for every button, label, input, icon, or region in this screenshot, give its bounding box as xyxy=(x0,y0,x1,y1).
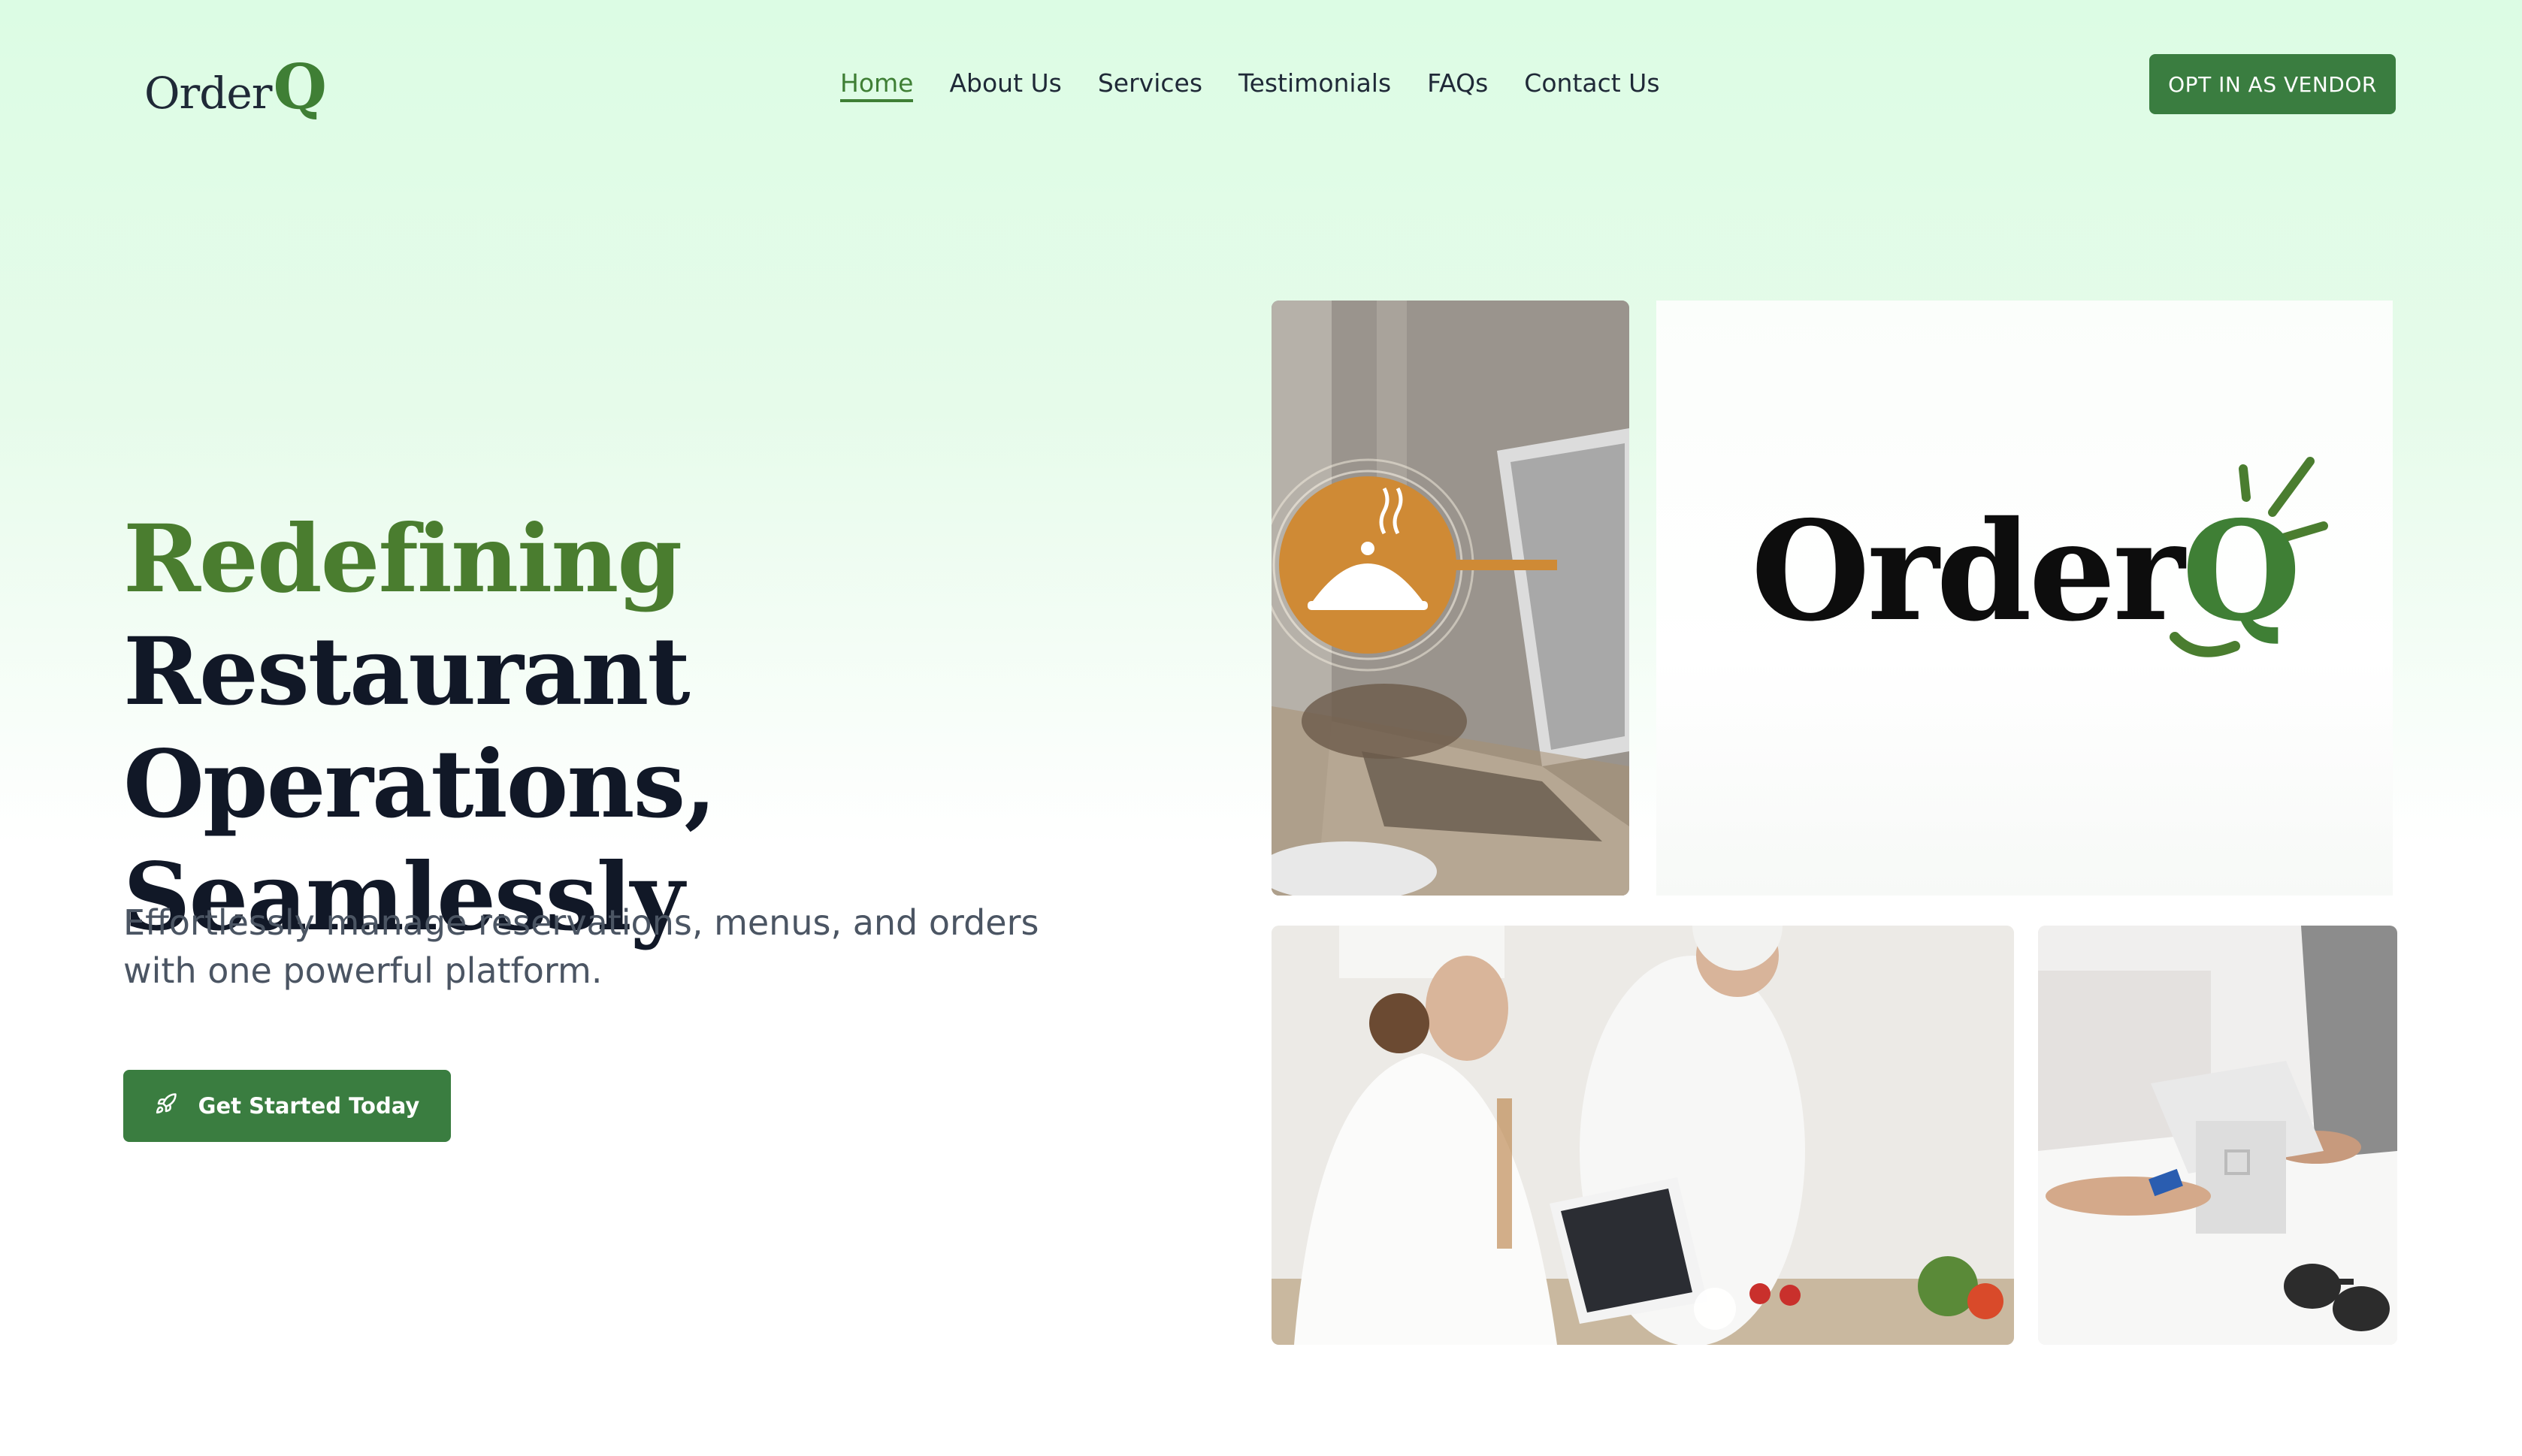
rocket-icon xyxy=(155,1092,177,1120)
site-logo[interactable]: Order Q xyxy=(144,50,327,131)
hero-title-line1: Restaurant Operations, xyxy=(123,618,717,839)
nav-home[interactable]: Home xyxy=(840,65,914,102)
nav-about-us[interactable]: About Us xyxy=(949,65,1061,102)
nav-faqs[interactable]: FAQs xyxy=(1427,65,1488,102)
main-nav: Home About Us Services Testimonials FAQs… xyxy=(840,65,1660,102)
brand-logo-accent: Q xyxy=(2182,491,2301,651)
hero-title: Redefining Restaurant Operations, Seamle… xyxy=(123,503,1250,954)
logo-accent: Q xyxy=(273,51,326,123)
brand-logo-text: Order xyxy=(1751,491,2185,651)
payment-illustration xyxy=(2038,926,2397,1345)
hero-subtitle: Effortlessly manage reservations, menus,… xyxy=(123,902,1039,991)
get-started-label: Get Started Today xyxy=(198,1093,420,1119)
logo-text: Order xyxy=(144,68,272,119)
chefs-tablet-image xyxy=(1272,926,2014,1345)
nav-testimonials[interactable]: Testimonials xyxy=(1238,65,1391,102)
site-header: Order Q Home About Us Services Testimonia… xyxy=(0,0,2522,168)
get-started-button[interactable]: Get Started Today xyxy=(123,1070,451,1142)
nav-services[interactable]: Services xyxy=(1098,65,1202,102)
laptop-illustration xyxy=(1272,301,1629,896)
brand-logo-large: Order Q xyxy=(1751,491,2301,651)
payment-terminal-image xyxy=(2038,926,2397,1345)
hero-title-accent: Redefining xyxy=(123,505,682,614)
opt-in-vendor-button[interactable]: OPT IN AS VENDOR xyxy=(2149,54,2396,114)
chefs-illustration xyxy=(1272,926,2014,1345)
laptop-order-image xyxy=(1272,301,1629,896)
nav-contact-us[interactable]: Contact Us xyxy=(1524,65,1659,102)
